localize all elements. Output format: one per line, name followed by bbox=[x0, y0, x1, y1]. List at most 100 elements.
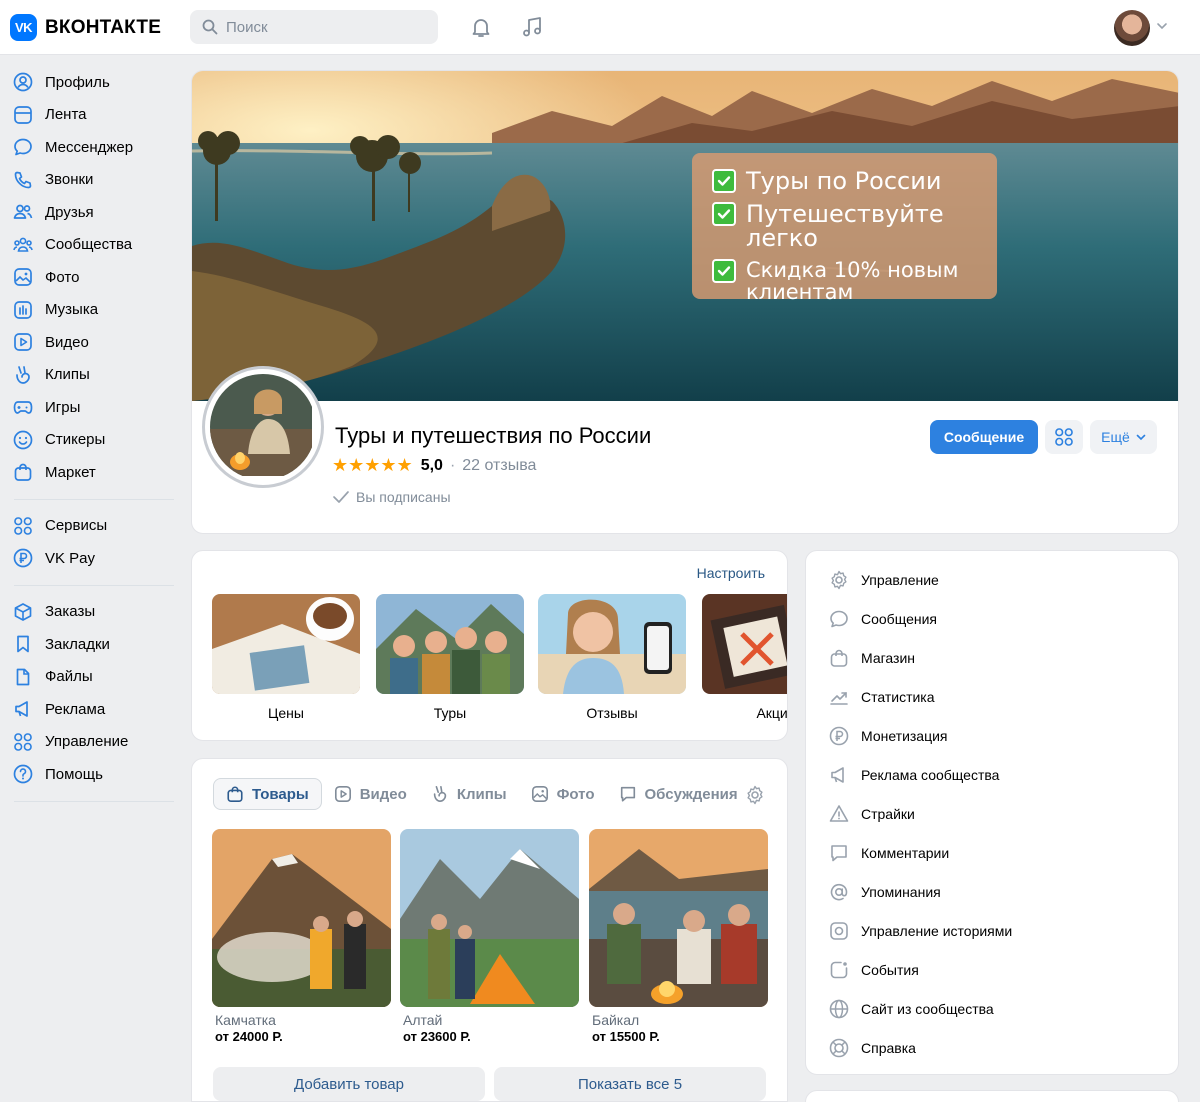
music-player-button[interactable] bbox=[519, 14, 545, 40]
search-input[interactable] bbox=[226, 18, 416, 36]
sidebar-item-ads[interactable]: Реклама bbox=[0, 693, 180, 726]
vk-logo[interactable]: VK ВКОНТАКТЕ bbox=[10, 14, 161, 41]
sidebar-item-bookmarks[interactable]: Закладки bbox=[0, 628, 180, 661]
menu-item-strikes[interactable]: Страйки bbox=[806, 794, 1178, 833]
vk-logo-mark: VK bbox=[10, 14, 37, 41]
sidebar-item-video[interactable]: Видео bbox=[0, 326, 180, 359]
chevron-down-icon[interactable] bbox=[1156, 20, 1168, 32]
menu-item-shop[interactable]: Магазин bbox=[806, 638, 1178, 677]
checkmark-icon bbox=[333, 491, 349, 503]
sidebar-item-orders[interactable]: Заказы bbox=[0, 596, 180, 629]
menu-item-help[interactable]: Справка bbox=[806, 1028, 1178, 1067]
promo-text: Скидка 10% новым клиентам bbox=[746, 258, 959, 304]
gear-icon[interactable] bbox=[745, 785, 765, 805]
product-card[interactable]: Камчатка от 24000 Р. bbox=[212, 829, 391, 1044]
configure-link[interactable]: Настроить bbox=[697, 565, 765, 581]
product-price: от 24000 Р. bbox=[215, 1029, 283, 1044]
checkbox-checked-icon bbox=[712, 259, 736, 283]
menu-item-events[interactable]: События bbox=[806, 950, 1178, 989]
product-card[interactable]: Алтай от 23600 Р. bbox=[400, 829, 579, 1044]
sidebar-item-profile[interactable]: Профиль bbox=[0, 66, 180, 99]
promo-line: Скидка 10% новым клиентам bbox=[712, 259, 977, 303]
menu-item-site[interactable]: Сайт из сообщества bbox=[806, 989, 1178, 1028]
sidebar-item-vkpay[interactable]: VK Pay bbox=[0, 542, 180, 575]
sidebar-item-services[interactable]: Сервисы bbox=[0, 510, 180, 543]
tab-clips[interactable]: Клипы bbox=[419, 778, 519, 810]
product-image bbox=[400, 829, 579, 1007]
subscription-status[interactable]: Вы подписаны bbox=[332, 489, 451, 505]
tab-video[interactable]: Видео bbox=[322, 778, 419, 810]
apps-button[interactable] bbox=[1045, 420, 1083, 454]
bag-icon bbox=[227, 786, 243, 803]
music-icon bbox=[14, 300, 32, 319]
sidebar-item-label: Реклама bbox=[45, 700, 106, 718]
promo-text: Путешествуйте легко bbox=[746, 200, 944, 252]
checkbox-checked-icon bbox=[712, 169, 736, 193]
menu-item-mentions[interactable]: Упоминания bbox=[806, 872, 1178, 911]
shortcut-image bbox=[702, 594, 787, 694]
sidebar-item-stickers[interactable]: Стикеры bbox=[0, 424, 180, 457]
menu-item-label: Комментарии bbox=[861, 844, 950, 861]
add-product-button[interactable]: Добавить товар bbox=[213, 1067, 485, 1101]
shortcut-prices[interactable]: Цены bbox=[212, 594, 360, 721]
sidebar-item-clips[interactable]: Клипы bbox=[0, 359, 180, 392]
show-all-products-button[interactable]: Показать все 5 bbox=[494, 1067, 766, 1101]
menu-item-comments[interactable]: Комментарии bbox=[806, 833, 1178, 872]
more-button-label: Ещё bbox=[1101, 429, 1130, 445]
sidebar-item-label: Закладки bbox=[45, 635, 110, 653]
menu-item-label: Сообщения bbox=[861, 610, 937, 627]
tab-photo[interactable]: Фото bbox=[519, 778, 607, 810]
warning-icon bbox=[829, 804, 849, 822]
sidebar-item-music[interactable]: Музыка bbox=[0, 294, 180, 327]
shortcut-label: Туры bbox=[433, 705, 467, 721]
shortcut-image bbox=[538, 594, 686, 694]
user-avatar[interactable] bbox=[1114, 10, 1150, 46]
tab-goods[interactable]: Товары bbox=[213, 778, 322, 810]
menu-item-management[interactable]: Управление bbox=[806, 560, 1178, 599]
megaphone-icon bbox=[831, 766, 844, 783]
community-avatar[interactable] bbox=[202, 366, 324, 488]
shortcut-reviews[interactable]: Отзывы bbox=[538, 594, 686, 721]
sidebar-item-management[interactable]: Управление bbox=[0, 726, 180, 759]
sidebar-item-messenger[interactable]: Мессенджер bbox=[0, 131, 180, 164]
sidebar-item-market[interactable]: Маркет bbox=[0, 456, 180, 489]
sidebar-item-label: Заказы bbox=[45, 603, 96, 621]
more-button[interactable]: Ещё bbox=[1090, 420, 1157, 454]
sidebar-item-games[interactable]: Игры bbox=[0, 391, 180, 424]
sidebar-item-feed[interactable]: Лента bbox=[0, 99, 180, 132]
sidebar-item-label: Видео bbox=[45, 333, 89, 351]
sidebar-item-photo[interactable]: Фото bbox=[0, 261, 180, 294]
box-icon bbox=[14, 602, 32, 621]
sidebar-divider bbox=[14, 584, 174, 586]
notifications-button[interactable] bbox=[468, 14, 494, 40]
message-button[interactable]: Сообщение bbox=[930, 420, 1038, 454]
menu-item-messages[interactable]: Сообщения bbox=[806, 599, 1178, 638]
sidebar-item-label: Файлы bbox=[45, 668, 93, 686]
search-box[interactable] bbox=[190, 10, 438, 44]
feed-icon bbox=[14, 105, 32, 124]
menu-item-monetization[interactable]: Монетизация bbox=[806, 716, 1178, 755]
menu-item-stories[interactable]: Управление историями bbox=[806, 911, 1178, 950]
sidebar-item-help[interactable]: Помощь bbox=[0, 758, 180, 791]
sidebar-item-communities[interactable]: Сообщества bbox=[0, 229, 180, 262]
shortcut-tours[interactable]: Туры bbox=[376, 594, 524, 721]
video-icon bbox=[14, 333, 32, 352]
sidebar-item-friends[interactable]: Друзья bbox=[0, 196, 180, 229]
shortcut-promos[interactable]: Акции bbox=[702, 594, 787, 721]
grid-icon bbox=[14, 732, 32, 751]
comment-icon bbox=[831, 844, 847, 861]
sidebar-item-calls[interactable]: Звонки bbox=[0, 164, 180, 197]
globe-icon bbox=[829, 999, 849, 1018]
menu-item-label: Справка bbox=[861, 1039, 916, 1056]
music-note-icon bbox=[523, 17, 541, 37]
tab-discussions[interactable]: Обсуждения bbox=[607, 778, 737, 810]
sidebar-item-files[interactable]: Файлы bbox=[0, 661, 180, 694]
sidebar-divider bbox=[14, 498, 174, 500]
goods-card: Товары Видео Клипы Фото Обсуждения Камча… bbox=[191, 758, 788, 1102]
menu-item-community-ads[interactable]: Реклама сообщества bbox=[806, 755, 1178, 794]
grid-icon bbox=[14, 516, 32, 535]
product-name: Байкал bbox=[592, 1012, 640, 1028]
community-rating[interactable]: ★★★★★ 5,0 · 22 отзыва bbox=[332, 455, 536, 476]
menu-item-statistics[interactable]: Статистика bbox=[806, 677, 1178, 716]
product-card[interactable]: Байкал от 15500 Р. bbox=[589, 829, 768, 1044]
